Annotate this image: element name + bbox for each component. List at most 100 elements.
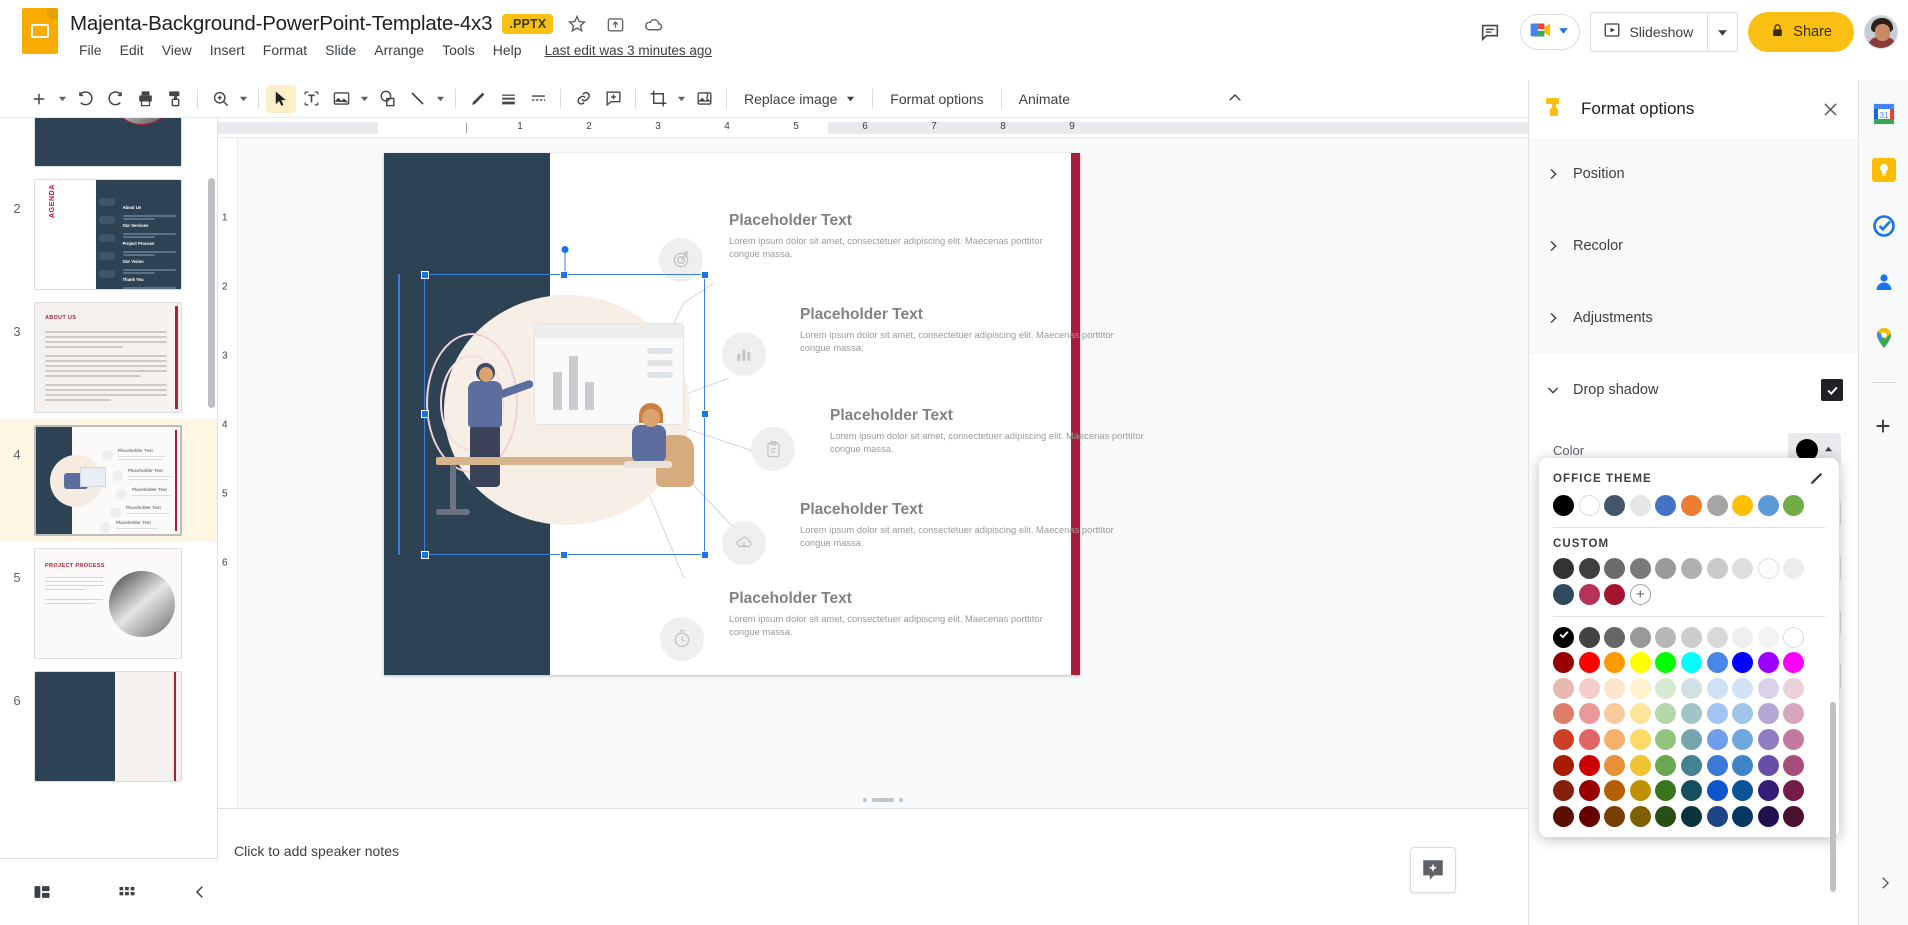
list-item[interactable]: 2 AGENDA About Us Our Services Project P… (0, 173, 217, 296)
color-dot[interactable] (1757, 626, 1779, 648)
document-title[interactable]: Majenta-Background-PowerPoint-Template-4… (70, 12, 493, 36)
custom-colors[interactable]: + (1553, 558, 1825, 605)
resize-handle-se[interactable] (700, 550, 709, 559)
color-dot-selected[interactable] (1553, 626, 1574, 648)
color-dot[interactable] (1732, 805, 1754, 827)
color-dot[interactable] (1706, 754, 1728, 776)
color-dot[interactable] (1578, 805, 1600, 827)
menu-insert[interactable]: Insert (201, 38, 254, 62)
pencil-edit-icon[interactable] (1808, 470, 1825, 487)
speaker-notes-placeholder[interactable]: Click to add speaker notes (234, 843, 399, 859)
color-dot[interactable] (1553, 558, 1574, 579)
placeholder-block-3[interactable]: Placeholder Text Lorem ipsum dolor sit a… (830, 406, 1148, 455)
color-dot[interactable] (1783, 703, 1805, 725)
color-dot[interactable] (1783, 495, 1805, 516)
star-icon[interactable] (563, 10, 591, 38)
add-comment-button[interactable] (598, 85, 628, 113)
filmstrip-scrollbar[interactable] (208, 178, 215, 408)
color-dot[interactable] (1655, 728, 1677, 750)
color-dot[interactable] (1629, 805, 1651, 827)
select-tool-button[interactable] (266, 84, 296, 113)
color-dot[interactable] (1655, 558, 1677, 579)
color-dot[interactable] (1732, 677, 1754, 699)
google-tasks-icon[interactable] (1872, 214, 1896, 238)
image-caret-icon[interactable] (356, 85, 372, 113)
color-dot[interactable] (1578, 728, 1600, 750)
color-dot[interactable] (1604, 626, 1626, 648)
color-dot[interactable] (1604, 495, 1626, 516)
color-dot[interactable] (1604, 780, 1626, 802)
color-dot[interactable] (1706, 780, 1728, 802)
color-dot[interactable] (1655, 780, 1677, 802)
border-weight-button[interactable] (493, 85, 523, 113)
slideshow-button[interactable]: Slideshow (1590, 12, 1739, 52)
slide-thumbnail-5[interactable]: PROJECT PROCESS (34, 548, 182, 659)
color-dot[interactable] (1578, 652, 1600, 674)
line-caret-icon[interactable] (432, 85, 448, 113)
color-dot[interactable] (1553, 754, 1574, 776)
color-dot[interactable] (1604, 583, 1626, 605)
color-dot[interactable] (1757, 728, 1779, 750)
resize-handle-sw[interactable] (420, 550, 429, 559)
color-dot[interactable] (1706, 805, 1728, 827)
section-recolor[interactable]: Recolor (1529, 210, 1859, 282)
undo-button[interactable] (70, 85, 100, 113)
placeholder-block-4[interactable]: Placeholder Text Lorem ipsum dolor sit a… (800, 500, 1118, 549)
menu-slide[interactable]: Slide (316, 38, 365, 62)
zoom-caret-icon[interactable] (235, 85, 251, 113)
color-dot[interactable] (1655, 677, 1677, 699)
color-dot[interactable] (1604, 703, 1626, 725)
color-dot[interactable] (1629, 677, 1651, 699)
move-to-folder-icon[interactable] (601, 10, 629, 38)
google-calendar-icon[interactable]: 31 (1872, 102, 1896, 126)
zoom-button[interactable] (205, 85, 235, 113)
insert-image-button[interactable] (326, 85, 356, 113)
color-dot[interactable] (1732, 558, 1754, 579)
placeholder-block-1[interactable]: Placeholder Text Lorem ipsum dolor sit a… (729, 211, 1047, 260)
color-dot[interactable] (1578, 558, 1600, 579)
color-dot[interactable] (1757, 652, 1779, 674)
color-dot[interactable] (1757, 754, 1779, 776)
color-dot[interactable] (1783, 558, 1805, 579)
list-item[interactable]: 3 ABOUT US (0, 296, 217, 419)
color-dot[interactable] (1680, 754, 1702, 776)
resize-handle-s[interactable] (560, 550, 568, 559)
section-adjustments[interactable]: Adjustments (1529, 282, 1859, 354)
google-maps-icon[interactable] (1872, 326, 1896, 350)
color-picker-dropdown[interactable]: OFFICE THEME CUSTOM + (1539, 458, 1839, 892)
menu-help[interactable]: Help (484, 38, 531, 62)
google-meet-button[interactable] (1520, 14, 1581, 50)
grid-view-icon[interactable] (109, 872, 146, 912)
color-dot[interactable] (1553, 703, 1574, 725)
color-dot[interactable] (1732, 754, 1754, 776)
color-dot[interactable] (1680, 703, 1702, 725)
resize-handle-n[interactable] (560, 270, 568, 279)
color-dot[interactable] (1553, 805, 1574, 827)
resize-handle-w[interactable] (420, 410, 429, 418)
color-dot[interactable] (1680, 677, 1702, 699)
print-button[interactable] (130, 85, 160, 113)
insert-link-button[interactable] (568, 85, 598, 113)
color-dot[interactable] (1655, 805, 1677, 827)
color-dot[interactable] (1629, 495, 1651, 516)
border-color-button[interactable] (463, 85, 493, 113)
close-icon[interactable] (1815, 94, 1845, 124)
plus-circle-icon[interactable]: + (1629, 583, 1651, 605)
slide-thumbnail-2[interactable]: AGENDA About Us Our Services Project Pro… (34, 179, 182, 290)
color-dot[interactable] (1680, 558, 1702, 579)
explore-sparkle-icon[interactable] (1410, 847, 1456, 893)
color-dot[interactable] (1732, 780, 1754, 802)
color-dot[interactable] (1783, 652, 1805, 674)
color-dot[interactable] (1655, 754, 1677, 776)
redo-button[interactable] (100, 85, 130, 113)
color-dot[interactable] (1604, 805, 1626, 827)
line-button[interactable] (402, 85, 432, 113)
google-contacts-icon[interactable] (1872, 270, 1896, 294)
color-dot[interactable] (1553, 652, 1574, 674)
horizontal-ruler[interactable]: 1 2 3 4 5 6 7 8 9 (218, 118, 1528, 138)
new-slide-caret-icon[interactable] (54, 85, 70, 113)
comment-history-icon[interactable] (1470, 12, 1510, 52)
color-dot[interactable] (1553, 780, 1574, 802)
crop-caret-icon[interactable] (673, 85, 689, 113)
list-item[interactable]: 1 PRESENTATION TITLE Your Subtitle Here (0, 118, 217, 173)
